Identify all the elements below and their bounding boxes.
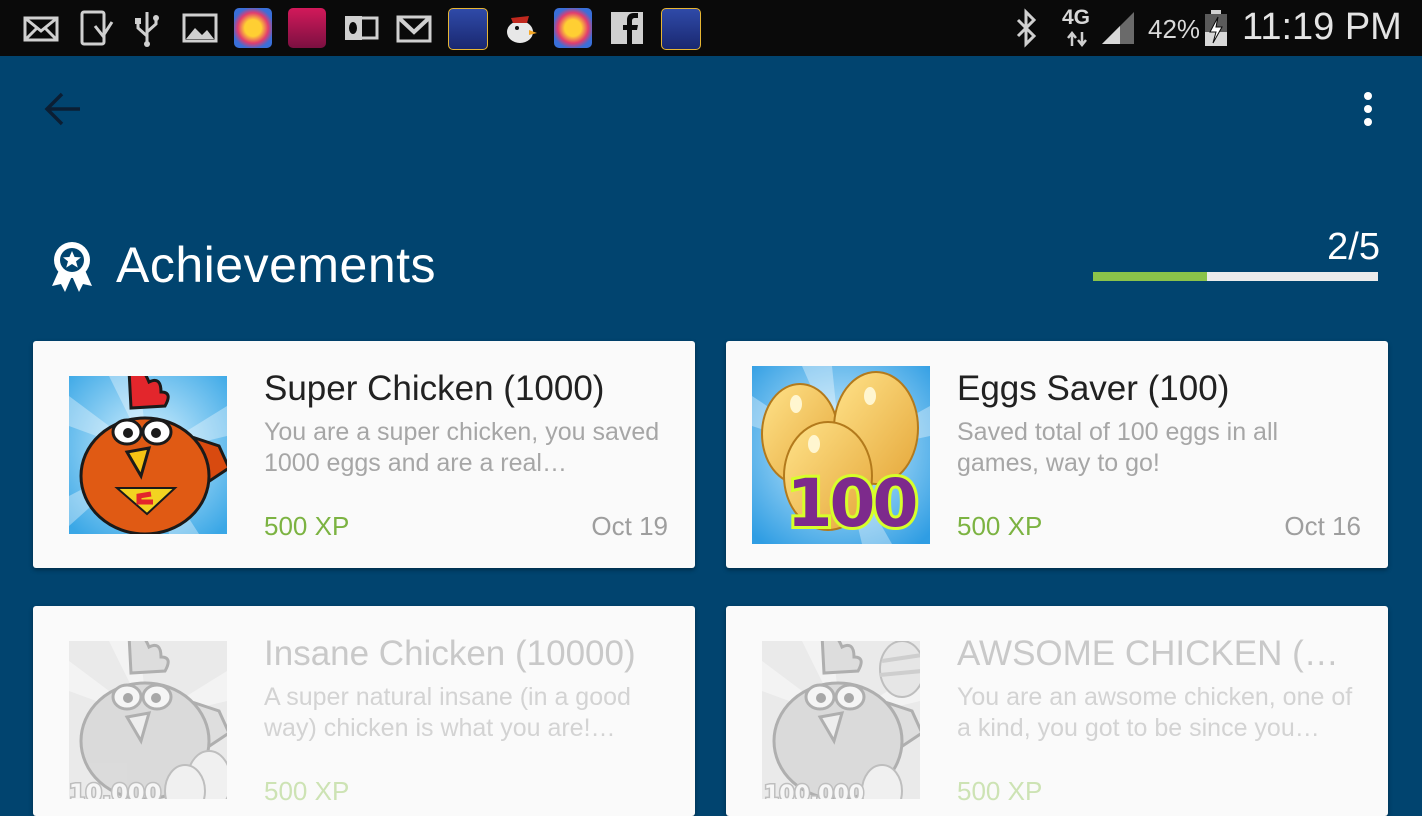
badge-number: 10,000 xyxy=(69,779,161,799)
status-bar: 4G 42% 11:19 PM xyxy=(0,0,1422,56)
slots-mania-icon xyxy=(288,8,326,48)
achievement-title: AWSOME CHICKEN (10… xyxy=(957,634,1353,673)
slots-777-icon xyxy=(661,8,701,50)
arrow-back-icon xyxy=(44,92,80,126)
bluetooth-icon xyxy=(1016,8,1037,48)
chicken-game-icon xyxy=(507,16,537,43)
achievement-title: Super Chicken (1000) xyxy=(264,369,605,408)
signal-icon xyxy=(1102,12,1134,44)
achievement-title: Insane Chicken (10000) xyxy=(264,634,636,673)
overflow-menu-button[interactable] xyxy=(1346,84,1390,136)
badge-number: 100,000 xyxy=(764,782,864,799)
slots-777-icon xyxy=(448,8,488,50)
progress-bar xyxy=(1093,272,1378,281)
super-chicken-badge-icon xyxy=(69,376,227,534)
achievement-card-locked[interactable]: 100,000 AWSOME CHICKEN (10… You are an a… xyxy=(726,606,1388,816)
achievement-date: Oct 16 xyxy=(1284,511,1361,541)
gallery-icon xyxy=(182,13,218,43)
badge-number: 100 xyxy=(787,465,916,542)
awesome-chicken-badge-icon: 100,000 xyxy=(762,641,920,799)
progress-bar-fill xyxy=(1093,272,1207,281)
insane-chicken-badge-icon: 10,000 xyxy=(69,641,227,799)
page-title: Achievements xyxy=(116,237,437,293)
eggs-100-badge-icon: 100 xyxy=(752,366,930,544)
mail-icon xyxy=(23,16,59,42)
outlook-icon xyxy=(345,16,379,40)
back-button[interactable] xyxy=(36,84,88,136)
achievement-title: Eggs Saver (100) xyxy=(957,369,1230,408)
battery-charging-icon xyxy=(1205,10,1227,46)
download-icon xyxy=(80,10,114,46)
achievement-xp: 500 XP xyxy=(264,511,350,541)
award-ribbon-icon xyxy=(52,242,92,292)
achievement-card[interactable]: 100 Eggs Saver (100) Saved total of 100 … xyxy=(726,341,1388,568)
wheel-game-icon xyxy=(554,8,592,48)
network-type: 4G xyxy=(1062,6,1091,29)
data-transfer-icon xyxy=(1067,30,1087,48)
progress-count: 2/5 xyxy=(1327,226,1380,268)
facebook-icon xyxy=(611,12,643,44)
achievement-xp: 500 XP xyxy=(264,776,350,806)
achievement-card[interactable]: Super Chicken (1000) You are a super chi… xyxy=(33,341,695,568)
achievement-description: Saved total of 100 eggs in all games, wa… xyxy=(957,418,1279,477)
achievement-description: A super natural insane (in a good way) c… xyxy=(264,683,631,742)
achievement-xp: 500 XP xyxy=(957,776,1043,806)
achievement-card-locked[interactable]: 10,000 Insane Chicken (10000) A super na… xyxy=(33,606,695,816)
battery-percent: 42% xyxy=(1148,14,1201,44)
achievement-xp: 500 XP xyxy=(957,511,1043,541)
achievement-date: Oct 19 xyxy=(591,511,668,541)
achievement-description: You are a super chicken, you saved 1000 … xyxy=(264,418,660,477)
gmail-icon xyxy=(396,15,432,43)
achievement-description: You are an awsome chicken, one of a kind… xyxy=(957,683,1353,742)
wheel-game-icon xyxy=(234,8,272,48)
clock: 11:19 PM xyxy=(1242,6,1402,48)
more-vert-icon xyxy=(1364,92,1372,126)
usb-icon xyxy=(135,12,159,47)
